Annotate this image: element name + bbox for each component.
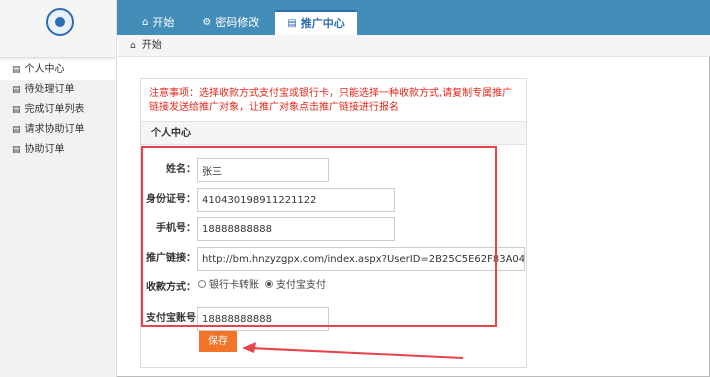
highlight-box: [141, 146, 497, 327]
tab-password[interactable]: ⚙ 密码修改: [190, 10, 271, 35]
sidebar-item-label: 协助订单: [24, 144, 65, 155]
tab-label: 推广中心: [300, 17, 345, 30]
sidebar-item-assist-requests[interactable]: ▤ 请求协助订单: [0, 120, 116, 140]
tab-promotion[interactable]: ▤ 推广中心: [275, 10, 357, 35]
notice-text: 注意事项：选择收款方式支付宝或银行卡，只能选择一种收款方式,请复制专属推广链接发…: [149, 88, 513, 113]
document-icon: ▤: [12, 145, 21, 155]
sidebar-item-assist-orders[interactable]: ▤ 协助订单: [0, 140, 116, 160]
save-button[interactable]: 保存: [199, 331, 237, 352]
sidebar-item-label: 请求协助订单: [24, 124, 85, 135]
home-icon: ⌂: [130, 41, 136, 51]
tab-label: 开始: [152, 16, 175, 29]
document-icon: ▤: [12, 125, 21, 135]
sidebar-item-label: 完成订单列表: [24, 104, 85, 115]
sidebar-item-completed-orders[interactable]: ▤ 完成订单列表: [0, 100, 116, 120]
sidebar-item-profile[interactable]: ▤ 个人中心: [0, 60, 116, 80]
document-icon: ▤: [12, 65, 21, 75]
sidebar-item-label: 待处理订单: [24, 84, 75, 95]
pointer-arrow-icon: [242, 342, 464, 359]
breadcrumb: ⌂ 开始: [118, 35, 710, 57]
section-title: 个人中心: [141, 121, 526, 145]
tab-bar: ⌂ 开始 ⚙ 密码修改 ▤ 推广中心: [130, 10, 361, 35]
home-icon: ⌂: [142, 17, 149, 28]
tab-home[interactable]: ⌂ 开始: [130, 10, 186, 35]
sidebar-item-pending-orders[interactable]: ▤ 待处理订单: [0, 80, 116, 100]
sidebar: ▤ 个人中心 ▤ 待处理订单 ▤ 完成订单列表 ▤ 请求协助订单 ▤ 协助订单: [0, 58, 117, 377]
breadcrumb-item[interactable]: 开始: [142, 40, 162, 51]
school-logo: [46, 8, 74, 36]
tab-label: 密码修改: [215, 16, 260, 29]
document-icon: ▤: [12, 85, 21, 95]
gear-icon: ⚙: [202, 17, 212, 28]
logo-area: [0, 0, 117, 58]
document-icon: ▤: [12, 105, 21, 115]
document-icon: ▤: [287, 18, 297, 29]
sidebar-item-label: 个人中心: [24, 64, 65, 75]
